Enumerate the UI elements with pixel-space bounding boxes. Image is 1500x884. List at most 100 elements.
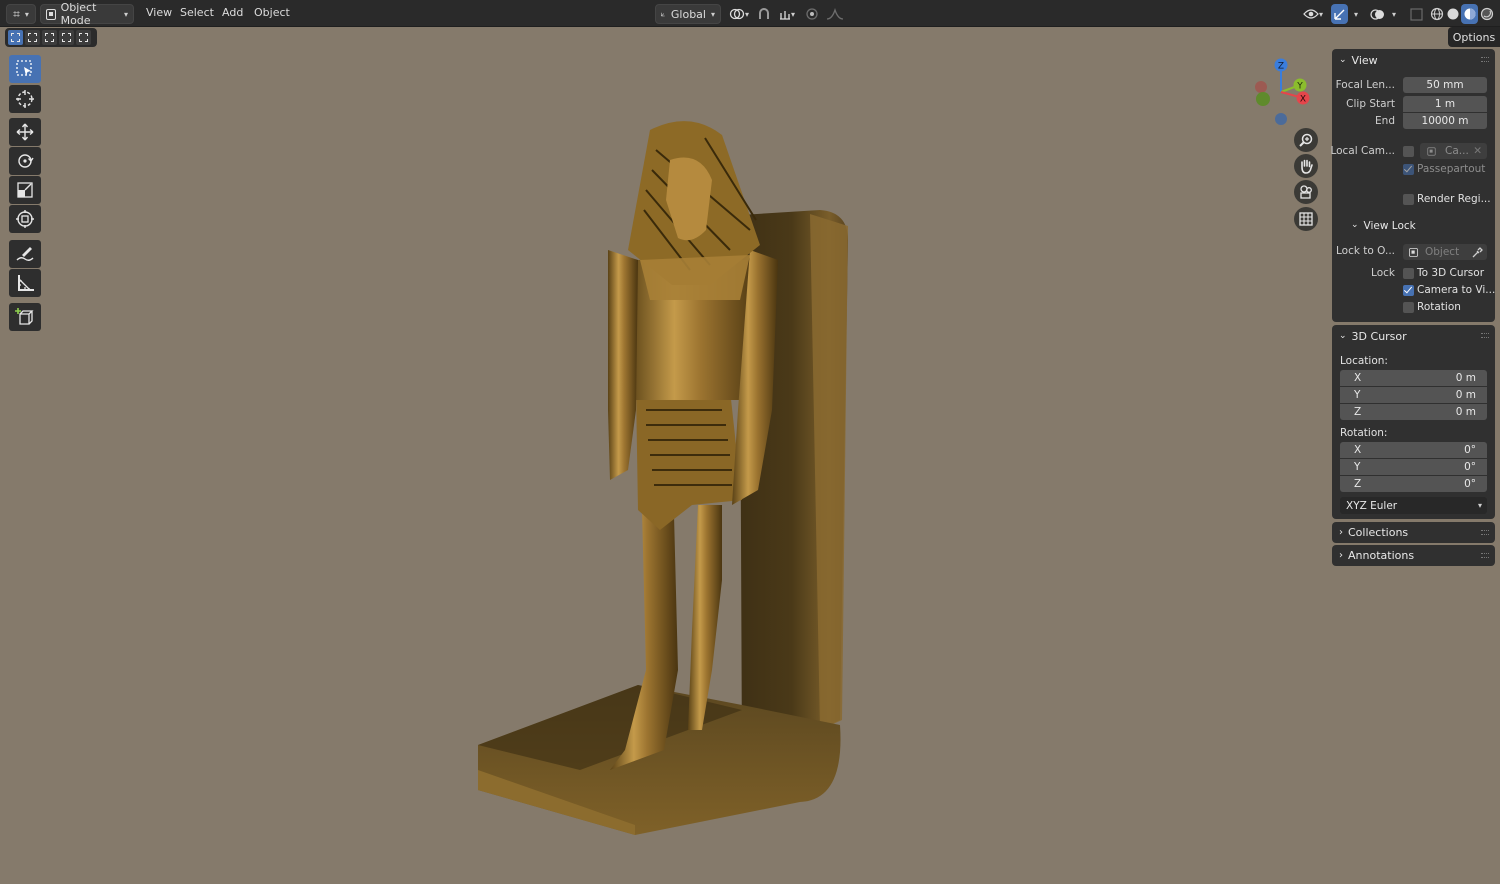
tool-rotate[interactable] — [9, 147, 41, 175]
measure-icon — [18, 275, 34, 291]
editor-type-icon: ⌗ — [13, 6, 20, 21]
collections-panel-header[interactable]: › Collections — [1332, 522, 1495, 543]
cursor-rotation-y-field[interactable]: Y 0° — [1340, 459, 1487, 475]
tool-move[interactable] — [9, 118, 41, 146]
select-invert-icon[interactable] — [59, 30, 74, 45]
wireframe-shading-button[interactable] — [1429, 4, 1445, 24]
chevron-down-icon: ⌄ — [1339, 331, 1347, 341]
chevron-down-icon: ▾ — [744, 9, 749, 19]
proportional-edit-toggle[interactable] — [804, 4, 820, 24]
ortho-toggle-button[interactable] — [1294, 207, 1318, 231]
drag-handle-icon[interactable] — [1481, 530, 1489, 535]
camera-object-icon — [1427, 146, 1436, 156]
collections-panel[interactable]: › Collections — [1332, 522, 1495, 543]
cursor-location-y-field[interactable]: Y 0 m — [1340, 387, 1487, 403]
drag-handle-icon[interactable] — [1481, 553, 1489, 558]
clip-start-field[interactable]: 1 m — [1403, 96, 1487, 112]
view-panel-header[interactable]: ⌄ View — [1332, 49, 1495, 71]
menu-object[interactable]: Object — [254, 6, 290, 22]
menu-view[interactable]: View — [146, 6, 172, 22]
axis-x-label: X — [1354, 444, 1362, 456]
xray-toggle[interactable] — [1408, 4, 1424, 24]
overlay-toggle[interactable] — [1368, 4, 1386, 24]
visibility-dropdown[interactable]: ▾ — [1298, 4, 1328, 24]
lock-rotation-checkbox[interactable] — [1403, 302, 1414, 313]
mode-dropdown[interactable]: Object Mode ▾ — [40, 1, 134, 27]
tool-cursor[interactable] — [9, 85, 41, 113]
scale-icon — [17, 182, 33, 198]
select-subtract-icon[interactable] — [42, 30, 57, 45]
chevron-down-icon: ▾ — [1318, 9, 1323, 19]
tool-measure[interactable] — [9, 269, 41, 297]
gizmo-dropdown[interactable]: ▾ — [1349, 4, 1363, 24]
local-camera-checkbox[interactable] — [1403, 146, 1414, 157]
eyedropper-icon[interactable] — [1472, 246, 1483, 258]
tool-select-box[interactable] — [9, 55, 41, 83]
gizmo-toggle[interactable] — [1331, 4, 1348, 24]
focal-length-field[interactable]: 50 mm — [1403, 77, 1487, 93]
cursor-location-x-field[interactable]: X 0 m — [1340, 370, 1487, 386]
local-camera-field[interactable]: Ca... ✕ — [1420, 143, 1487, 159]
rotate-icon — [18, 154, 34, 168]
gizmo-neg-x-icon — [1255, 81, 1267, 93]
3d-cursor-panel-header[interactable]: ⌄ 3D Cursor — [1332, 325, 1495, 347]
drag-handle-icon[interactable] — [1481, 57, 1489, 62]
view-lock-subheader[interactable]: ⌄ View Lock — [1351, 220, 1416, 232]
tool-transform[interactable] — [9, 205, 41, 233]
select-extend-icon[interactable] — [25, 30, 40, 45]
annotations-panel[interactable]: › Annotations — [1332, 545, 1495, 566]
pan-button[interactable] — [1294, 154, 1318, 178]
tool-scale[interactable] — [9, 176, 41, 204]
lock-to-object-label: Lock to O... — [1335, 245, 1395, 257]
passepartout-checkbox[interactable] — [1403, 164, 1414, 175]
mode-label: Object Mode — [60, 1, 97, 27]
falloff-icon — [826, 8, 844, 20]
overlay-dropdown[interactable]: ▾ — [1387, 4, 1401, 24]
pivot-point-button[interactable]: ▾ — [727, 4, 751, 24]
editor-type-button[interactable]: ⌗ ▾ — [6, 4, 36, 24]
solid-shading-button[interactable] — [1445, 4, 1461, 24]
local-camera-value: Ca... — [1445, 145, 1469, 157]
navigation-gizmo[interactable]: Z Y X — [1248, 56, 1318, 128]
xray-icon — [1409, 7, 1423, 21]
cursor-location-x-value: 0 m — [1455, 372, 1476, 384]
camera-to-view-checkbox[interactable] — [1403, 285, 1414, 296]
select-new-icon[interactable] — [8, 30, 23, 45]
clip-end-field[interactable]: 10000 m — [1403, 113, 1487, 129]
chevron-right-icon: › — [1339, 527, 1343, 538]
camera-view-button[interactable] — [1294, 180, 1318, 204]
drag-handle-icon[interactable] — [1481, 333, 1489, 338]
cursor-rotation-z-field[interactable]: Z 0° — [1340, 476, 1487, 492]
chevron-down-icon: ⌄ — [1339, 55, 1347, 65]
menu-add[interactable]: Add — [222, 6, 243, 22]
selection-mode-buttons — [5, 28, 97, 47]
lock-to-3d-cursor-checkbox[interactable] — [1403, 268, 1414, 279]
move-icon — [16, 123, 34, 141]
gizmo-neg-z-icon — [1275, 113, 1287, 125]
render-region-checkbox[interactable] — [1403, 194, 1414, 205]
collections-panel-title: Collections — [1348, 526, 1409, 539]
view-panel: ⌄ View Focal Len... 50 mm Clip Start 1 m… — [1330, 49, 1495, 322]
zoom-button[interactable] — [1294, 128, 1318, 152]
options-button[interactable]: Options — [1448, 27, 1500, 47]
material-shading-button[interactable] — [1461, 4, 1478, 24]
annotations-panel-title: Annotations — [1348, 549, 1415, 562]
cursor-location-z-field[interactable]: Z 0 m — [1340, 404, 1487, 420]
snap-target-button[interactable]: ▾ — [774, 4, 800, 24]
tool-add-cube[interactable] — [9, 303, 41, 331]
tool-annotate[interactable] — [9, 240, 41, 268]
rotation-mode-dropdown[interactable]: XYZ Euler ▾ — [1340, 497, 1487, 514]
menu-select[interactable]: Select — [180, 6, 214, 22]
select-intersect-icon[interactable] — [76, 30, 91, 45]
clear-icon[interactable]: ✕ — [1473, 145, 1482, 157]
gizmo-icon — [1334, 9, 1345, 20]
proportional-falloff-button[interactable] — [822, 4, 848, 24]
lock-to-object-field[interactable]: Object — [1403, 244, 1487, 260]
rendered-shading-button[interactable] — [1479, 4, 1495, 24]
pharaoh-statue-model[interactable] — [460, 110, 870, 850]
cursor-icon — [16, 90, 34, 108]
cursor-rotation-x-field[interactable]: X 0° — [1340, 442, 1487, 458]
annotations-panel-header[interactable]: › Annotations — [1332, 545, 1495, 566]
snap-toggle[interactable] — [756, 4, 772, 24]
transform-orientation-dropdown[interactable]: Global ▾ — [655, 4, 721, 24]
